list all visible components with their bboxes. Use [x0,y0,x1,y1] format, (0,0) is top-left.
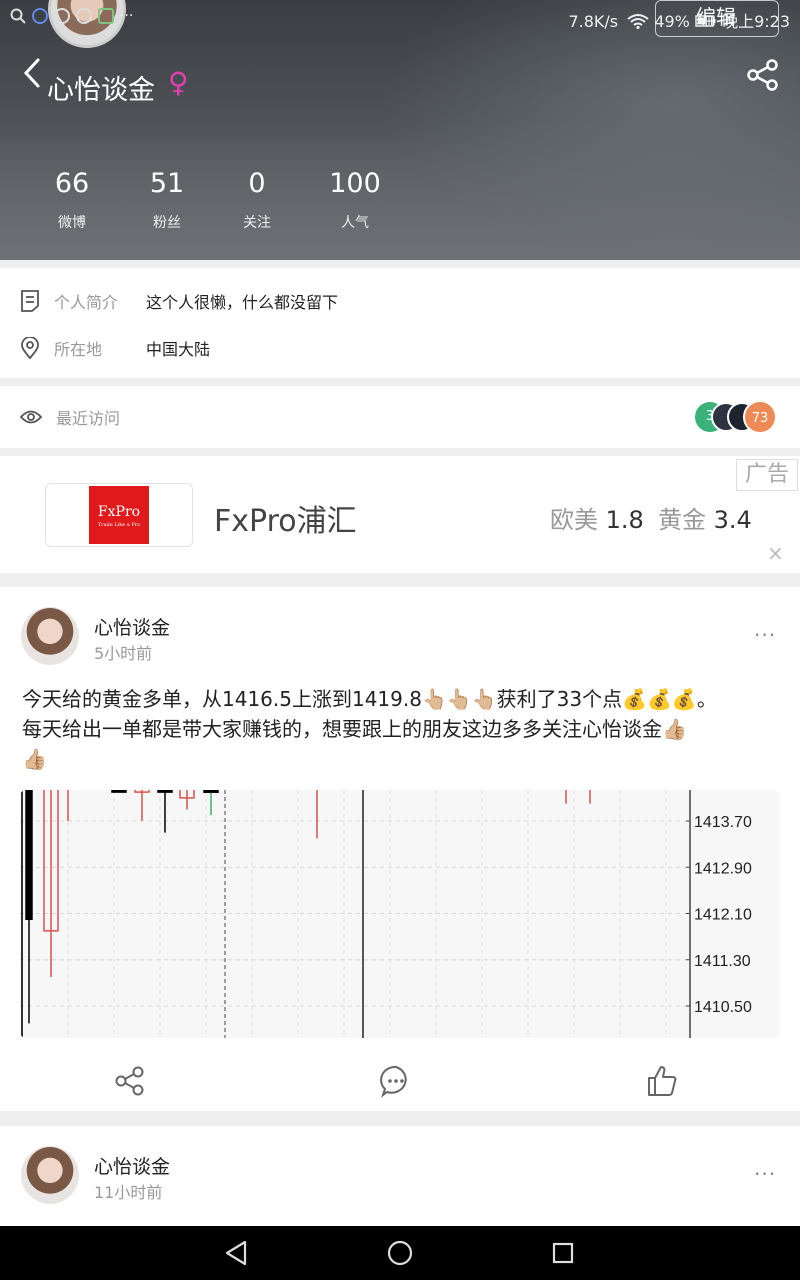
post-author-avatar[interactable] [21,1146,79,1204]
stat-value: 100 [329,168,381,199]
system-navigation-bar [0,1226,800,1280]
post-text-line: 👍🏼 [22,747,47,771]
app-notification-icon [32,8,48,24]
profile-header: ··· 7.8K/s 49% 晚上9:23 编辑 心怡谈金 ♀ 66 微博 51… [0,0,800,260]
notification-icons: ··· [10,8,133,24]
stat-label: 关注 [243,215,271,231]
stat-value: 0 [248,168,266,199]
bio-row: 个人简介 这个人很懒，什么都没留下 [20,286,338,316]
back-arrow-icon[interactable] [20,58,50,88]
price-tick-label: 1411.30 [694,953,751,970]
location-label: 所在地 [54,340,103,359]
visitor-count-badge: 73 [743,400,777,434]
ad-logo-text: FxPro [97,504,141,520]
share-icon[interactable] [746,58,780,92]
eye-icon [20,410,42,424]
quote-value: 1.8 [605,506,644,534]
candle-body [111,790,127,793]
document-icon [21,290,39,312]
post-text-line: 今天给的黄金多单，从1416.5上涨到1419.8👆🏼👆🏼👆🏼获利了33个点💰💰… [22,687,717,711]
ad-logo-sub: Trade Like a Pro [97,522,141,528]
app-notification-icon [54,8,70,24]
stat-value: 51 [149,168,185,199]
bio-label: 个人简介 [54,293,119,312]
recent-visits-label: 最近访问 [56,409,121,428]
post-text-line: 每天给出一单都是带大家赚钱的，想要跟上的朋友这边多多关注心怡谈金👍🏼 [22,717,687,741]
recent-visits-row: 最近访问 [20,402,148,432]
ad-quote-eurusd: 欧美 1.8 [550,500,644,535]
search-icon [10,8,26,24]
nav-back-icon[interactable] [224,1240,250,1266]
more-notifications: ··· [120,8,134,24]
fxpro-logo: FxPro Trade Like a Pro [89,486,149,544]
price-tick-label: 1410.50 [694,999,752,1016]
location-value: 中国大陆 [146,340,211,359]
wifi-icon [627,14,649,30]
post-author-avatar[interactable] [21,607,79,665]
ad-quote-gold: 黄金 3.4 [658,500,752,535]
post-author-name[interactable]: 心怡谈金 [94,1152,170,1179]
location-pin-icon [21,337,39,359]
header-background-fade [0,120,800,260]
comment-icon[interactable] [379,1064,413,1098]
share-action-icon[interactable] [113,1064,147,1098]
price-tick-label: 1413.70 [694,814,752,831]
post-more-icon[interactable]: ··· [754,1162,776,1186]
ad-label-badge: 广告 [736,459,798,491]
nav-recents-icon[interactable] [551,1241,575,1265]
nav-home-icon[interactable] [386,1239,414,1267]
chart-svg: 1413.70 1412.90 1412.10 1411.30 1410.50 [20,790,752,1038]
stat-value: 66 [54,168,90,199]
stat-label: 微博 [58,215,86,231]
bio-value: 这个人很懒，什么都没留下 [146,293,339,312]
edit-profile-button[interactable]: 编辑 [655,0,779,37]
close-ad-icon[interactable]: × [767,541,784,565]
post-timestamp: 5小时前 [94,644,153,663]
network-speed: 7.8K/s [568,12,619,31]
quote-label: 欧美 [550,506,598,534]
like-icon[interactable] [645,1064,679,1098]
post-author-name[interactable]: 心怡谈金 [94,613,170,640]
candle-body [25,790,33,921]
location-row: 所在地 中国大陆 [20,333,210,363]
price-tick-label: 1412.10 [694,907,752,924]
stat-following[interactable]: 0 关注 [217,168,297,232]
quote-label: 黄金 [658,506,706,534]
female-gender-icon: ♀ [168,66,189,99]
candle-body [157,790,173,793]
stat-popularity[interactable]: 100 人气 [315,168,395,232]
candle-body [203,790,219,793]
app-notification-icon [98,8,114,24]
post-timestamp: 11小时前 [94,1183,163,1202]
stat-label: 粉丝 [153,215,181,231]
ad-title: FxPro浦汇 [214,504,357,539]
candlestick-chart-image[interactable]: 1413.70 1412.90 1412.10 1411.30 1410.50 [20,790,780,1038]
profile-name: 心怡谈金 [47,75,155,106]
stat-label: 人气 [341,215,369,231]
recent-visits-card[interactable]: 最近访问 3 73 [0,386,800,448]
post-body: 今天给的黄金多单，从1416.5上涨到1419.8👆🏼👆🏼👆🏼获利了33个点💰💰… [22,684,782,774]
quote-value: 3.4 [713,506,752,534]
post-more-icon[interactable]: ··· [754,623,776,647]
price-tick-label: 1412.90 [694,860,752,877]
profile-info-card: 个人简介 这个人很懒，什么都没留下 所在地 中国大陆 [0,268,800,378]
stat-weibo[interactable]: 66 微博 [32,168,112,232]
stat-followers[interactable]: 51 粉丝 [127,168,207,232]
app-notification-icon [76,8,92,24]
